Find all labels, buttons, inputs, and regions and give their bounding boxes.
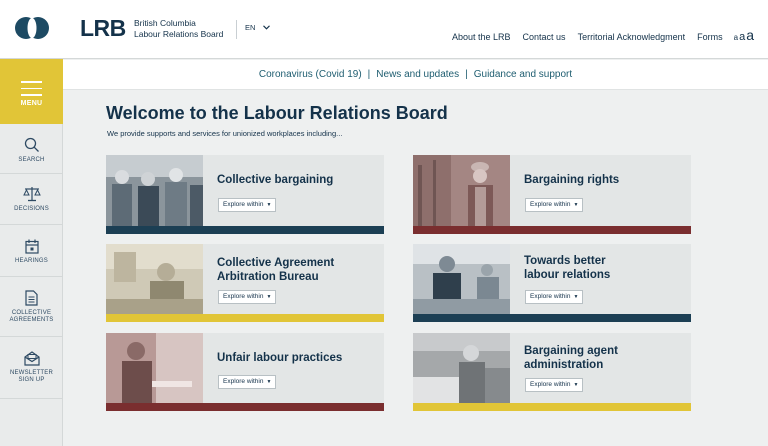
font-size-medium[interactable]: a xyxy=(739,31,745,43)
menu-button[interactable]: MENU xyxy=(0,59,63,124)
sidebar: MENU SEARCH DECISIONS HEARINGS COLLECTIV… xyxy=(0,0,63,446)
calendar-icon xyxy=(24,239,39,254)
explore-within-button[interactable]: Explore within ▼ xyxy=(525,198,584,212)
card-title: Bargaining agent administration xyxy=(524,344,618,372)
brand-sub-line-2: Labour Relations Board xyxy=(134,29,224,39)
logo[interactable] xyxy=(0,0,63,59)
card-unfair-labour-practices[interactable]: Unfair labour practices Explore within ▼ xyxy=(106,333,384,411)
card-title-line-2: labour relations xyxy=(524,269,611,281)
nav-forms[interactable]: Forms xyxy=(697,32,723,42)
card-accent-bar xyxy=(413,226,691,234)
language-code: EN xyxy=(245,23,256,32)
brand-sub-line-1: British Columbia xyxy=(134,18,196,28)
explore-within-button[interactable]: Explore within ▼ xyxy=(218,198,277,212)
font-size-large[interactable]: a xyxy=(746,27,754,43)
card-title-line-1: Collective Agreement xyxy=(217,257,335,269)
subnav-coronavirus[interactable]: Coronavirus (Covid 19) xyxy=(259,69,362,80)
document-icon xyxy=(25,290,38,306)
button-label: Explore within xyxy=(223,293,264,300)
button-label: Explore within xyxy=(530,201,571,208)
sidebar-item-label: DECISIONS xyxy=(14,206,49,212)
card-accent-bar xyxy=(106,314,384,322)
label-line-1: COLLECTIVE xyxy=(11,310,52,316)
nav-territorial-acknowledgment[interactable]: Territorial Acknowledgment xyxy=(578,32,686,42)
page-title: Welcome to the Labour Relations Board xyxy=(106,103,448,123)
office-worker-photo xyxy=(106,244,203,314)
sidebar-item-search[interactable]: SEARCH xyxy=(0,124,63,174)
meeting-photo xyxy=(413,244,510,314)
chevron-down-icon xyxy=(262,25,270,30)
sidebar-item-label: HEARINGS xyxy=(15,258,48,264)
card-towards-better-labour-relations[interactable]: Towards better labour relations Explore … xyxy=(413,244,691,322)
caret-down-icon: ▼ xyxy=(266,379,272,385)
search-icon xyxy=(24,137,39,152)
sidebar-item-collective-agreements[interactable]: COLLECTIVE AGREEMENTS xyxy=(0,277,63,337)
label-line-2: SIGN UP xyxy=(18,377,45,383)
nav-about[interactable]: About the LRB xyxy=(452,32,511,42)
label-line-1: NEWSLETTER xyxy=(9,370,53,376)
sidebar-item-label: COLLECTIVE AGREEMENTS xyxy=(0,310,63,324)
workshop-photo xyxy=(413,333,510,403)
caret-down-icon: ▼ xyxy=(573,202,579,208)
explore-within-button[interactable]: Explore within ▼ xyxy=(218,375,277,389)
button-label: Explore within xyxy=(223,378,264,385)
card-title: Towards better labour relations xyxy=(524,254,610,282)
menu-label: MENU xyxy=(20,100,43,107)
subnav-separator: | xyxy=(465,69,468,80)
brand-wordmark[interactable]: LRB xyxy=(80,15,126,42)
card-accent-bar xyxy=(106,226,384,234)
subnav-guidance[interactable]: Guidance and support xyxy=(474,69,572,80)
sidebar-item-label: SEARCH xyxy=(18,157,45,163)
language-selector[interactable]: EN xyxy=(236,20,270,39)
nav-contact[interactable]: Contact us xyxy=(523,32,566,42)
card-title-line-2: administration xyxy=(524,359,604,371)
caret-down-icon: ▼ xyxy=(573,382,579,388)
subnav-separator: | xyxy=(367,69,371,80)
card-collective-bargaining[interactable]: Collective bargaining Explore within ▼ xyxy=(106,155,384,234)
card-title: Bargaining rights xyxy=(524,174,620,186)
card-bargaining-rights[interactable]: Bargaining rights Explore within ▼ xyxy=(413,155,691,234)
explore-within-button[interactable]: Explore within ▼ xyxy=(218,290,277,304)
worker-hardhat-photo xyxy=(413,155,510,226)
card-title: Unfair labour practices xyxy=(217,352,343,364)
card-accent-bar xyxy=(413,403,691,411)
top-nav: About the LRB Contact us Territorial Ack… xyxy=(440,27,754,43)
caret-down-icon: ▼ xyxy=(573,294,579,300)
lrb-logo-icon xyxy=(15,17,49,39)
workers-photo xyxy=(106,155,203,226)
caret-down-icon: ▼ xyxy=(266,202,272,208)
card-title-line-1: Bargaining agent xyxy=(524,345,618,357)
brand-subtitle: British Columbia Labour Relations Board xyxy=(134,18,223,40)
font-size-small[interactable]: a xyxy=(734,33,738,42)
scales-icon xyxy=(22,187,41,202)
subnav-news[interactable]: News and updates xyxy=(376,69,459,80)
explore-within-button[interactable]: Explore within ▼ xyxy=(525,378,584,392)
sidebar-item-newsletter[interactable]: NEWSLETTER SIGN UP xyxy=(0,337,63,399)
sidebar-item-label: NEWSLETTER SIGN UP xyxy=(0,370,63,384)
card-title: Collective Agreement Arbitration Bureau xyxy=(217,256,334,284)
button-label: Explore within xyxy=(223,201,264,208)
card-bargaining-agent-administration[interactable]: Bargaining agent administration Explore … xyxy=(413,333,691,411)
button-label: Explore within xyxy=(530,381,571,388)
font-size-control: a a a xyxy=(733,27,754,43)
page-intro: We provide supports and services for uni… xyxy=(107,129,343,138)
card-accent-bar xyxy=(106,403,384,411)
sidebar-item-decisions[interactable]: DECISIONS xyxy=(0,174,63,225)
button-label: Explore within xyxy=(530,293,571,300)
label-line-2: AGREEMENTS xyxy=(9,317,54,323)
envelope-icon xyxy=(23,351,40,366)
caret-down-icon: ▼ xyxy=(266,294,272,300)
card-accent-bar xyxy=(413,314,691,322)
site-header: LRB British Columbia Labour Relations Bo… xyxy=(63,0,768,59)
card-title-line-2: Arbitration Bureau xyxy=(217,271,319,283)
worker-writing-photo xyxy=(106,333,203,403)
card-collective-agreement-arbitration-bureau[interactable]: Collective Agreement Arbitration Bureau … xyxy=(106,244,384,322)
secondary-nav: Coronavirus (Covid 19) | News and updates |… xyxy=(63,60,768,90)
card-title: Collective bargaining xyxy=(217,174,334,186)
explore-within-button[interactable]: Explore within ▼ xyxy=(525,290,584,304)
sidebar-item-hearings[interactable]: HEARINGS xyxy=(0,225,63,277)
card-title-line-1: Towards better xyxy=(524,255,606,267)
hamburger-icon xyxy=(21,81,42,101)
